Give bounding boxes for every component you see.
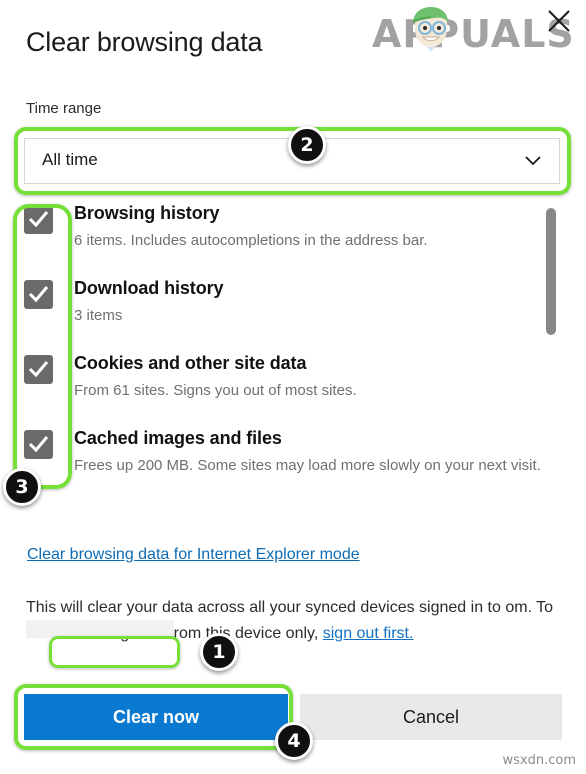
sign-out-first-link[interactable]: sign out first. — [323, 625, 414, 642]
callout-badge-1: 1 — [200, 633, 238, 671]
check-icon — [28, 286, 49, 303]
checkbox-cached-images-files[interactable] — [24, 430, 53, 459]
checkbox-browsing-history[interactable] — [24, 205, 53, 234]
data-type-list: Browsing history 6 items. Includes autoc… — [24, 203, 560, 505]
clear-now-button[interactable]: Clear now — [24, 694, 288, 740]
checkbox-cookies-site-data[interactable] — [24, 355, 53, 384]
callout-badge-4: 4 — [275, 722, 313, 760]
ie-mode-link[interactable]: Clear browsing data for Internet Explore… — [27, 546, 360, 564]
chevron-down-icon — [525, 156, 541, 166]
callout-badge-2: 2 — [288, 126, 326, 164]
callout-badge-3: 3 — [3, 468, 41, 506]
option-title: Browsing history — [74, 203, 220, 223]
option-subtitle: From 61 sites. Signs you out of most sit… — [74, 382, 357, 399]
appuals-watermark-logo: APPUALS — [372, 6, 574, 62]
redacted-email-block — [26, 620, 174, 638]
sync-note-part1: This will clear your data across all you… — [26, 599, 501, 616]
option-title: Cookies and other site data — [74, 353, 307, 373]
footer-watermark: wsxdn.com — [502, 753, 577, 768]
option-subtitle: Frees up 200 MB. Some sites may load mor… — [74, 457, 541, 474]
check-icon — [28, 211, 49, 228]
option-subtitle: 3 items — [74, 307, 123, 324]
dialog-title: Clear browsing data — [26, 27, 263, 57]
option-title: Cached images and files — [74, 428, 282, 448]
check-icon — [28, 361, 49, 378]
checkbox-download-history[interactable] — [24, 280, 53, 309]
time-range-label: Time range — [26, 100, 102, 117]
close-button[interactable] — [544, 6, 574, 36]
check-icon — [28, 436, 49, 453]
cancel-button[interactable]: Cancel — [300, 694, 562, 740]
time-range-value: All time — [42, 150, 98, 169]
close-x-icon — [548, 10, 570, 32]
appuals-mascot-icon — [412, 7, 448, 52]
option-title: Download history — [74, 278, 224, 298]
option-subtitle: 6 items. Includes autocompletions in the… — [74, 232, 428, 249]
list-scrollbar-thumb[interactable] — [546, 208, 556, 335]
